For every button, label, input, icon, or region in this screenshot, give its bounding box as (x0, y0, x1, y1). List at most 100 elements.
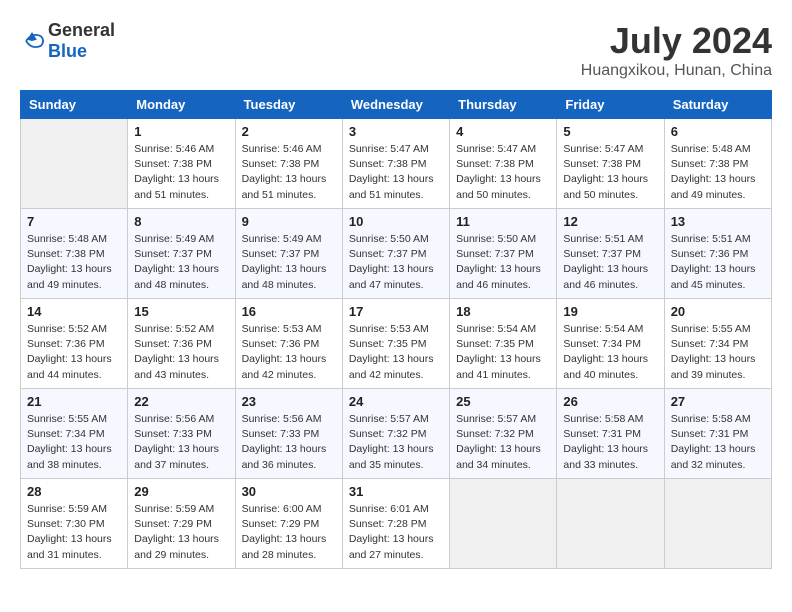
day-number: 1 (134, 124, 228, 139)
day-info: Sunrise: 5:50 AMSunset: 7:37 PMDaylight:… (456, 232, 550, 293)
day-info: Sunrise: 5:54 AMSunset: 7:35 PMDaylight:… (456, 322, 550, 383)
day-number: 26 (563, 394, 657, 409)
day-info: Sunrise: 5:49 AMSunset: 7:37 PMDaylight:… (242, 232, 336, 293)
week-row-3: 14 Sunrise: 5:52 AMSunset: 7:36 PMDayligh… (21, 299, 772, 389)
logo-text: General Blue (48, 20, 115, 62)
day-number: 15 (134, 304, 228, 319)
day-info: Sunrise: 5:46 AMSunset: 7:38 PMDaylight:… (134, 142, 228, 203)
calendar-cell: 21Sunrise: 5:55 AMSunset: 7:34 PMDayligh… (21, 389, 128, 479)
calendar-cell: 5 Sunrise: 5:47 AMSunset: 7:38 PMDaylight… (557, 119, 664, 209)
logo-blue: Blue (48, 41, 87, 61)
location-subtitle: Huangxikou, Hunan, China (581, 62, 772, 80)
day-info: Sunrise: 5:56 AMSunset: 7:33 PMDaylight:… (134, 412, 228, 473)
day-number: 5 (563, 124, 657, 139)
day-number: 6 (671, 124, 765, 139)
calendar-cell: 19 Sunrise: 5:54 AMSunset: 7:34 PMDayligh… (557, 299, 664, 389)
day-info: Sunrise: 5:46 AMSunset: 7:38 PMDaylight:… (242, 142, 336, 203)
day-info: Sunrise: 5:53 AMSunset: 7:35 PMDaylight:… (349, 322, 443, 383)
month-year-title: July 2024 (581, 20, 772, 62)
day-number: 16 (242, 304, 336, 319)
day-number: 4 (456, 124, 550, 139)
day-info: Sunrise: 5:58 AMSunset: 7:31 PMDaylight:… (563, 412, 657, 473)
day-number: 21 (27, 394, 121, 409)
header-row: SundayMondayTuesdayWednesdayThursdayFrid… (21, 91, 772, 119)
day-number: 25 (456, 394, 550, 409)
day-info: Sunrise: 5:59 AMSunset: 7:29 PMDaylight:… (134, 502, 228, 563)
calendar-cell: 26 Sunrise: 5:58 AMSunset: 7:31 PMDayligh… (557, 389, 664, 479)
calendar-cell: 23 Sunrise: 5:56 AMSunset: 7:33 PMDayligh… (235, 389, 342, 479)
day-info: Sunrise: 5:58 AMSunset: 7:31 PMDaylight:… (671, 412, 765, 473)
day-number: 11 (456, 214, 550, 229)
day-info: Sunrise: 5:56 AMSunset: 7:33 PMDaylight:… (242, 412, 336, 473)
calendar-cell: 3Sunrise: 5:47 AMSunset: 7:38 PMDaylight… (342, 119, 449, 209)
calendar-cell: 9Sunrise: 5:49 AMSunset: 7:37 PMDaylight… (235, 209, 342, 299)
logo-icon (20, 29, 44, 53)
calendar-cell: 22 Sunrise: 5:56 AMSunset: 7:33 PMDayligh… (128, 389, 235, 479)
logo: General Blue (20, 20, 115, 62)
col-header-sunday: Sunday (21, 91, 128, 119)
calendar-cell (557, 479, 664, 569)
day-info: Sunrise: 5:53 AMSunset: 7:36 PMDaylight:… (242, 322, 336, 383)
day-info: Sunrise: 5:47 AMSunset: 7:38 PMDaylight:… (456, 142, 550, 203)
week-row-2: 7 Sunrise: 5:48 AMSunset: 7:38 PMDaylight… (21, 209, 772, 299)
day-number: 19 (563, 304, 657, 319)
calendar-cell: 24 Sunrise: 5:57 AMSunset: 7:32 PMDayligh… (342, 389, 449, 479)
col-header-wednesday: Wednesday (342, 91, 449, 119)
logo-general: General (48, 20, 115, 40)
day-number: 8 (134, 214, 228, 229)
calendar-cell: 7 Sunrise: 5:48 AMSunset: 7:38 PMDaylight… (21, 209, 128, 299)
day-info: Sunrise: 5:55 AMSunset: 7:34 PMDaylight:… (671, 322, 765, 383)
calendar-cell: 8 Sunrise: 5:49 AMSunset: 7:37 PMDaylight… (128, 209, 235, 299)
day-number: 18 (456, 304, 550, 319)
calendar-cell: 20Sunrise: 5:55 AMSunset: 7:34 PMDayligh… (664, 299, 771, 389)
day-info: Sunrise: 5:51 AMSunset: 7:37 PMDaylight:… (563, 232, 657, 293)
day-number: 31 (349, 484, 443, 499)
day-number: 3 (349, 124, 443, 139)
week-row-4: 21Sunrise: 5:55 AMSunset: 7:34 PMDayligh… (21, 389, 772, 479)
day-info: Sunrise: 5:52 AMSunset: 7:36 PMDaylight:… (27, 322, 121, 383)
day-info: Sunrise: 5:48 AMSunset: 7:38 PMDaylight:… (27, 232, 121, 293)
day-number: 17 (349, 304, 443, 319)
title-block: July 2024 Huangxikou, Hunan, China (581, 20, 772, 80)
calendar-cell: 11 Sunrise: 5:50 AMSunset: 7:37 PMDayligh… (450, 209, 557, 299)
day-info: Sunrise: 5:59 AMSunset: 7:30 PMDaylight:… (27, 502, 121, 563)
day-info: Sunrise: 6:00 AMSunset: 7:29 PMDaylight:… (242, 502, 336, 563)
calendar-table: SundayMondayTuesdayWednesdayThursdayFrid… (20, 90, 772, 569)
day-number: 10 (349, 214, 443, 229)
day-number: 7 (27, 214, 121, 229)
calendar-cell: 6Sunrise: 5:48 AMSunset: 7:38 PMDaylight… (664, 119, 771, 209)
day-number: 14 (27, 304, 121, 319)
day-number: 13 (671, 214, 765, 229)
day-number: 24 (349, 394, 443, 409)
calendar-cell: 10 Sunrise: 5:50 AMSunset: 7:37 PMDayligh… (342, 209, 449, 299)
day-info: Sunrise: 5:47 AMSunset: 7:38 PMDaylight:… (563, 142, 657, 203)
day-number: 30 (242, 484, 336, 499)
col-header-saturday: Saturday (664, 91, 771, 119)
day-info: Sunrise: 5:54 AMSunset: 7:34 PMDaylight:… (563, 322, 657, 383)
calendar-cell: 27 Sunrise: 5:58 AMSunset: 7:31 PMDayligh… (664, 389, 771, 479)
day-number: 22 (134, 394, 228, 409)
day-info: Sunrise: 5:49 AMSunset: 7:37 PMDaylight:… (134, 232, 228, 293)
calendar-cell (21, 119, 128, 209)
day-number: 12 (563, 214, 657, 229)
day-info: Sunrise: 5:57 AMSunset: 7:32 PMDaylight:… (349, 412, 443, 473)
day-number: 27 (671, 394, 765, 409)
day-info: Sunrise: 5:57 AMSunset: 7:32 PMDaylight:… (456, 412, 550, 473)
calendar-cell: 13Sunrise: 5:51 AMSunset: 7:36 PMDayligh… (664, 209, 771, 299)
calendar-cell: 25 Sunrise: 5:57 AMSunset: 7:32 PMDayligh… (450, 389, 557, 479)
calendar-cell: 4 Sunrise: 5:47 AMSunset: 7:38 PMDaylight… (450, 119, 557, 209)
week-row-1: 1 Sunrise: 5:46 AMSunset: 7:38 PMDaylight… (21, 119, 772, 209)
day-number: 23 (242, 394, 336, 409)
calendar-cell: 15 Sunrise: 5:52 AMSunset: 7:36 PMDayligh… (128, 299, 235, 389)
col-header-tuesday: Tuesday (235, 91, 342, 119)
calendar-cell: 18 Sunrise: 5:54 AMSunset: 7:35 PMDayligh… (450, 299, 557, 389)
day-info: Sunrise: 5:50 AMSunset: 7:37 PMDaylight:… (349, 232, 443, 293)
calendar-cell: 30 Sunrise: 6:00 AMSunset: 7:29 PMDayligh… (235, 479, 342, 569)
day-number: 2 (242, 124, 336, 139)
week-row-5: 28Sunrise: 5:59 AMSunset: 7:30 PMDayligh… (21, 479, 772, 569)
calendar-cell (664, 479, 771, 569)
calendar-cell: 2 Sunrise: 5:46 AMSunset: 7:38 PMDaylight… (235, 119, 342, 209)
day-info: Sunrise: 5:52 AMSunset: 7:36 PMDaylight:… (134, 322, 228, 383)
calendar-cell: 31Sunrise: 6:01 AMSunset: 7:28 PMDayligh… (342, 479, 449, 569)
calendar-cell: 12 Sunrise: 5:51 AMSunset: 7:37 PMDayligh… (557, 209, 664, 299)
